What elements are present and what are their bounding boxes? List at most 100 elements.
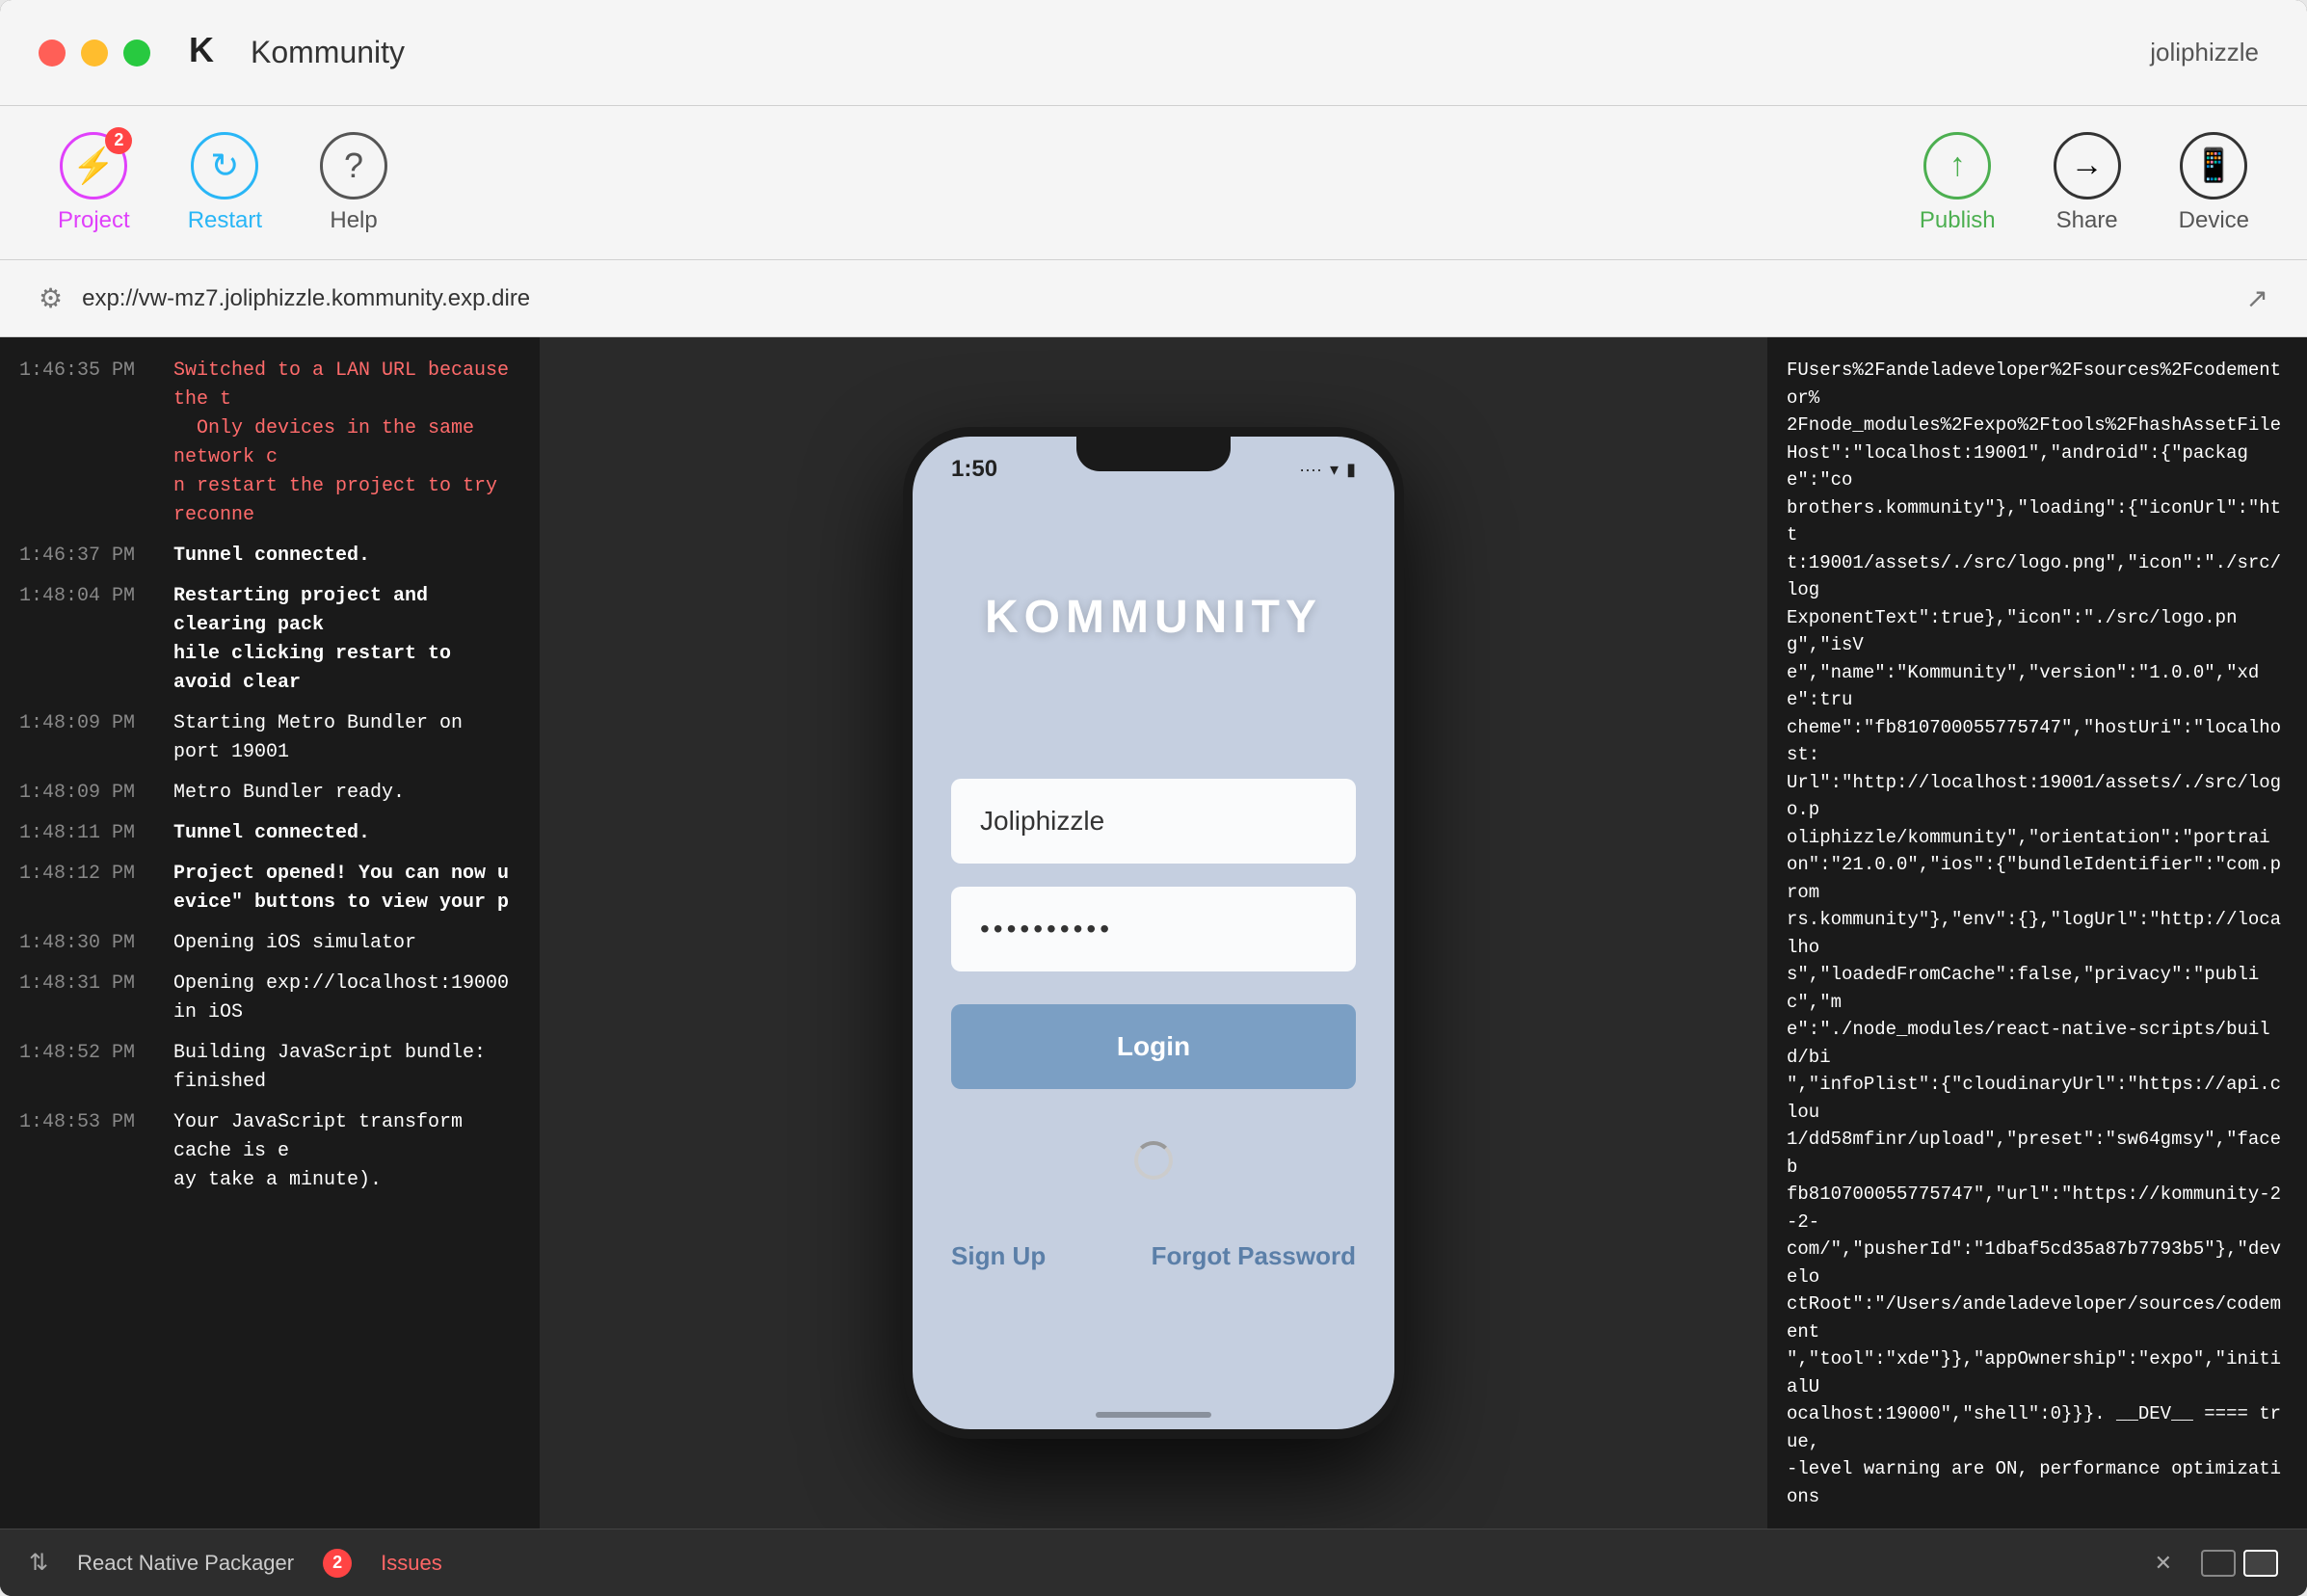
wifi-icon: ▾ [1330,460,1339,480]
device-icon: 📱 [2180,132,2247,200]
log-msg-error: Switched to a LAN URL because the t Only… [173,357,520,530]
title-bar: K Kommunity joliphizzle [0,0,2307,106]
log-msg: Building JavaScript bundle: finished [173,1039,520,1097]
project-toolbar-item[interactable]: ⚡ 2 Project [58,132,130,234]
username-input[interactable] [951,779,1356,864]
log-entry: 1:48:09 PM Starting Metro Bundler on por… [19,709,520,767]
main-content: 1:46:35 PM Switched to a LAN URL because… [0,337,2307,1529]
right-log-text1: FUsers%2Fandeladeveloper%2Fsources%2Fcod… [1787,359,2281,1507]
mac-window: K Kommunity joliphizzle ⚡ 2 Project ↻ Re… [0,0,2307,1596]
log-time: 1:48:11 PM [19,819,154,848]
battery-icon: ▮ [1346,460,1356,480]
log-entry: 1:48:09 PM Metro Bundler ready. [19,779,520,808]
phone-links: Sign Up Forgot Password [951,1241,1356,1271]
packager-label: React Native Packager [77,1551,294,1576]
log-entry: 1:48:31 PM Opening exp://localhost:19000… [19,970,520,1027]
phone-area: 1:50 ···· ▾ ▮ KOMMUNITY [540,337,1767,1529]
window-btn-2[interactable] [2243,1550,2278,1577]
log-time: 1:48:09 PM [19,779,154,808]
log-msg: Metro Bundler ready. [173,779,520,808]
bottom-windows [2201,1550,2278,1577]
bottom-close-icon[interactable]: ✕ [2155,1551,2172,1576]
phone-content: KOMMUNITY Login Sign Up Forgot Password [913,514,1394,1400]
log-entry: 1:48:04 PM Restarting project and cleari… [19,582,520,698]
help-icon: ? [320,132,387,200]
status-bar: 1:50 ···· ▾ ▮ [951,456,1356,483]
url-bar: ⚙ exp://vw-mz7.joliphizzle.kommunity.exp… [0,260,2307,337]
issues-badge: 2 [323,1549,352,1578]
log-msg: Opening iOS simulator [173,929,520,958]
right-log: FUsers%2Fandeladeveloper%2Fsources%2Fcod… [1767,337,2307,1529]
log-entry: 1:48:12 PM Project opened! You can now u… [19,860,520,918]
expand-icon[interactable]: ↗ [2246,282,2268,314]
publish-toolbar-item[interactable]: ↑ Publish [1920,132,1996,234]
share-label: Share [2056,207,2118,234]
console-log: 1:46:35 PM Switched to a LAN URL because… [0,337,540,1529]
bottom-arrows-icon[interactable]: ⇅ [29,1549,48,1577]
project-icon: ⚡ 2 [60,132,127,200]
iphone-mockup: 1:50 ···· ▾ ▮ KOMMUNITY [903,427,1404,1439]
log-msg: Tunnel connected. [173,819,520,848]
restart-toolbar-item[interactable]: ↻ Restart [188,132,262,234]
right-panel: FUsers%2Fandeladeveloper%2Fsources%2Fcod… [1767,337,2307,1529]
minimize-button[interactable] [81,40,108,66]
app-logo-area: K Kommunity [189,30,405,76]
maximize-button[interactable] [123,40,150,66]
project-badge: 2 [105,127,132,154]
log-entry: 1:48:52 PM Building JavaScript bundle: f… [19,1039,520,1097]
log-time: 1:48:12 PM [19,860,154,918]
window-btn-1[interactable] [2201,1550,2236,1577]
log-entry: 1:48:53 PM Your JavaScript transform cac… [19,1108,520,1195]
app-title: Kommunity [251,35,405,70]
restart-label: Restart [188,207,262,234]
device-toolbar-item[interactable]: 📱 Device [2179,132,2249,234]
user-label: joliphizzle [2150,38,2259,67]
log-time: 1:48:52 PM [19,1039,154,1097]
log-msg: Restarting project and clearing packhile… [173,582,520,698]
close-button[interactable] [39,40,66,66]
device-label: Device [2179,207,2249,234]
forgot-password-link[interactable]: Forgot Password [1152,1241,1356,1271]
log-time: 1:48:04 PM [19,582,154,698]
phone-form: Login Sign Up Forgot Password [951,779,1356,1271]
help-toolbar-item[interactable]: ? Help [320,132,387,234]
log-entry: 1:46:37 PM Tunnel connected. [19,542,520,571]
log-entry: 1:46:35 PM Switched to a LAN URL because… [19,357,520,530]
iphone-screen: 1:50 ···· ▾ ▮ KOMMUNITY [913,437,1394,1429]
publish-label: Publish [1920,207,1996,234]
status-time: 1:50 [951,456,997,483]
log-msg: Tunnel connected. [173,542,520,571]
password-input[interactable] [951,887,1356,971]
toolbar-right: ↑ Publish → Share 📱 Device [1920,132,2249,234]
toolbar: ⚡ 2 Project ↻ Restart ? Help ↑ Publish →… [0,106,2307,260]
app-name-header: KOMMUNITY [985,591,1322,644]
log-msg: Starting Metro Bundler on port 19001 [173,709,520,767]
log-time: 1:46:35 PM [19,357,154,530]
signal-icon: ···· [1299,460,1322,480]
log-time: 1:46:37 PM [19,542,154,571]
log-time: 1:48:30 PM [19,929,154,958]
project-label: Project [58,207,130,234]
help-label: Help [330,207,377,234]
log-time: 1:48:53 PM [19,1108,154,1195]
lightning-icon: ⚡ [72,146,116,186]
log-msg: Your JavaScript transform cache is eay t… [173,1108,520,1195]
app-logo-icon: K [189,30,235,76]
settings-icon: ⚙ [39,282,63,314]
log-time: 1:48:09 PM [19,709,154,767]
login-button[interactable]: Login [951,1004,1356,1089]
status-bar-area: 1:50 ···· ▾ ▮ [913,437,1394,514]
loading-spinner [1134,1141,1173,1180]
share-toolbar-item[interactable]: → Share [2054,132,2121,234]
console-panel: 1:46:35 PM Switched to a LAN URL because… [0,337,540,1529]
signup-link[interactable]: Sign Up [951,1241,1046,1271]
log-msg: Project opened! You can now uevice" butt… [173,860,520,918]
log-entry: 1:48:11 PM Tunnel connected. [19,819,520,848]
share-icon: → [2054,132,2121,200]
publish-icon: ↑ [1923,132,1991,200]
log-entry: 1:48:30 PM Opening iOS simulator [19,929,520,958]
home-bar [1096,1412,1211,1418]
restart-icon: ↻ [191,132,258,200]
url-text[interactable]: exp://vw-mz7.joliphizzle.kommunity.exp.d… [82,285,2226,312]
issues-label[interactable]: Issues [381,1551,442,1576]
